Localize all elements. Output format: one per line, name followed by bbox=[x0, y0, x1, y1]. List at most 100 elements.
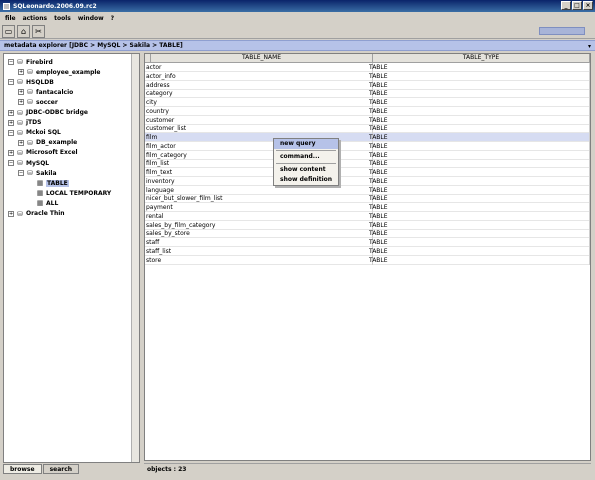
tree-expander-icon[interactable]: − bbox=[8, 79, 14, 86]
cell-table-type: TABLE bbox=[368, 71, 590, 81]
chevron-down-icon[interactable]: ▾ bbox=[588, 43, 591, 50]
tree-node[interactable]: + ⛁ fantacalcio bbox=[18, 87, 73, 97]
cell-table-type: TABLE bbox=[368, 141, 590, 151]
home-icon[interactable]: ⌂ bbox=[17, 24, 30, 38]
column-header-table-name[interactable]: TABLE_NAME bbox=[151, 54, 373, 63]
menu-help[interactable]: ? bbox=[110, 15, 115, 22]
menu-window[interactable]: window bbox=[77, 15, 105, 22]
tree-node[interactable]: + ⛁ DB_example bbox=[18, 138, 77, 148]
tree-node[interactable]: − ⛁ Mckoi SQL bbox=[8, 128, 61, 138]
tree-node-label: fantacalcio bbox=[36, 88, 74, 96]
tree-expander-icon[interactable]: + bbox=[8, 149, 14, 156]
table-row[interactable]: language TABLE bbox=[145, 185, 590, 195]
table-row[interactable]: address TABLE bbox=[145, 80, 590, 90]
tree-expander-icon[interactable]: + bbox=[18, 69, 24, 76]
table-row[interactable]: city TABLE bbox=[145, 98, 590, 107]
tree-node[interactable]: − ⛁ HSQLDB bbox=[8, 77, 54, 87]
table-row[interactable]: film_list TABLE bbox=[145, 159, 590, 169]
table-row[interactable]: payment TABLE bbox=[145, 203, 590, 212]
tree-expander-icon[interactable]: + bbox=[18, 89, 24, 96]
context-command[interactable]: command... bbox=[274, 152, 338, 162]
table-row[interactable]: customer_list TABLE bbox=[145, 124, 590, 134]
tree-node[interactable]: + ⛁ JDBC-ODBC bridge bbox=[8, 108, 88, 118]
tree-node[interactable]: ▦ ALL bbox=[28, 198, 59, 208]
tree-node-label: DB_example bbox=[36, 139, 78, 147]
cell-table-name: customer bbox=[145, 115, 373, 125]
tree-expander-icon[interactable]: − bbox=[18, 170, 24, 177]
context-show-content[interactable]: show content bbox=[274, 165, 338, 175]
title-bar: SQLeonardo.2006.09.rc2 _ □ × bbox=[0, 0, 595, 12]
table-row[interactable]: sales_by_film_category TABLE bbox=[145, 220, 590, 230]
tab-search[interactable]: search bbox=[42, 464, 80, 474]
tree-node[interactable]: − ⛁ MySQL bbox=[8, 158, 49, 168]
tree-node[interactable]: + ⛁ Oracle Thin bbox=[8, 209, 65, 219]
tree-expander-icon[interactable]: − bbox=[8, 59, 14, 65]
table-row[interactable]: country TABLE bbox=[145, 106, 590, 116]
tree-node[interactable]: + ⛁ employee_example bbox=[18, 67, 101, 77]
tree-node[interactable]: − ⛁ Firebird bbox=[8, 57, 53, 67]
tree-scrollbar[interactable] bbox=[131, 54, 139, 462]
cell-table-name: payment bbox=[145, 203, 373, 212]
cell-table-name: language bbox=[145, 185, 373, 195]
minimize-button[interactable]: _ bbox=[561, 1, 571, 10]
menu-actions[interactable]: actions bbox=[22, 15, 49, 22]
table-row[interactable]: staff_list TABLE bbox=[145, 246, 590, 256]
table-icon: ▦ bbox=[36, 179, 44, 188]
tab-browse[interactable]: browse bbox=[3, 464, 42, 474]
cell-table-name: rental bbox=[145, 211, 373, 221]
tree-node[interactable]: + ⛁ jTDS bbox=[8, 118, 41, 128]
cell-table-type: TABLE bbox=[368, 115, 590, 125]
cell-table-type: TABLE bbox=[368, 168, 590, 177]
tree-node-label: ALL bbox=[46, 199, 59, 207]
cell-table-type: TABLE bbox=[368, 238, 590, 247]
database-icon: ⛁ bbox=[17, 78, 23, 87]
cell-table-type: TABLE bbox=[368, 89, 590, 99]
table-row[interactable]: customer TABLE bbox=[145, 115, 590, 125]
tree-expander-icon[interactable]: + bbox=[8, 210, 14, 217]
context-show-definition[interactable]: show definition bbox=[274, 175, 338, 185]
menu-tools[interactable]: tools bbox=[53, 15, 72, 22]
table-row[interactable]: film_category TABLE bbox=[145, 150, 590, 160]
new-document-icon[interactable]: ▭ bbox=[2, 24, 15, 38]
table-row[interactable]: film_actor TABLE bbox=[145, 141, 590, 151]
table-row[interactable]: sales_by_store TABLE bbox=[145, 229, 590, 239]
tree-node[interactable]: − ⛁ Sakila bbox=[18, 168, 57, 178]
table-row[interactable]: actor_info TABLE bbox=[145, 71, 590, 81]
tree-expander-icon[interactable]: + bbox=[18, 139, 24, 146]
tree-expander-icon[interactable]: − bbox=[8, 129, 14, 136]
cell-table-type: TABLE bbox=[368, 211, 590, 221]
cell-table-name: customer_list bbox=[145, 124, 373, 134]
tree-expander-icon[interactable]: + bbox=[18, 99, 24, 106]
tree-node[interactable]: + ⛁ soccer bbox=[18, 97, 58, 107]
tree-expander-icon[interactable]: + bbox=[8, 109, 14, 116]
cell-table-name: actor bbox=[145, 63, 373, 72]
table-row[interactable]: staff TABLE bbox=[145, 238, 590, 247]
table-row[interactable]: rental TABLE bbox=[145, 211, 590, 221]
table-row[interactable]: actor TABLE bbox=[145, 63, 590, 72]
table-row[interactable]: film TABLE bbox=[145, 133, 590, 142]
close-button[interactable]: × bbox=[583, 1, 593, 10]
tree-expander-icon[interactable]: + bbox=[8, 119, 14, 126]
status-text: objects : 23 bbox=[147, 466, 187, 473]
tree-node-label: Firebird bbox=[26, 58, 53, 66]
table-row[interactable]: film_text TABLE bbox=[145, 168, 590, 177]
table-row[interactable]: nicer_but_slower_film_list TABLE bbox=[145, 194, 590, 204]
tree-node[interactable]: ▦ TABLE bbox=[28, 178, 69, 188]
tree-node[interactable]: + ⛁ Microsoft Excel bbox=[8, 148, 78, 158]
column-header-table-type[interactable]: TABLE_TYPE bbox=[373, 54, 590, 63]
database-icon: ⛁ bbox=[17, 128, 23, 137]
tree-node[interactable]: ▦ LOCAL TEMPORARY bbox=[28, 188, 112, 198]
tree-node-label: jTDS bbox=[26, 119, 42, 127]
maximize-button[interactable]: □ bbox=[572, 1, 582, 10]
table-row[interactable]: store TABLE bbox=[145, 255, 590, 265]
tools-icon[interactable]: ✂ bbox=[32, 24, 45, 38]
cell-table-type: TABLE bbox=[368, 185, 590, 195]
tree-expander-icon[interactable]: − bbox=[8, 160, 14, 166]
cell-table-type: TABLE bbox=[368, 194, 590, 204]
cell-table-name: category bbox=[145, 89, 373, 99]
context-new-query[interactable]: new query bbox=[274, 139, 338, 149]
table-row[interactable]: inventory TABLE bbox=[145, 176, 590, 186]
menu-file[interactable]: file bbox=[4, 15, 17, 22]
table-row[interactable]: category TABLE bbox=[145, 89, 590, 99]
cell-table-type: TABLE bbox=[368, 150, 590, 160]
